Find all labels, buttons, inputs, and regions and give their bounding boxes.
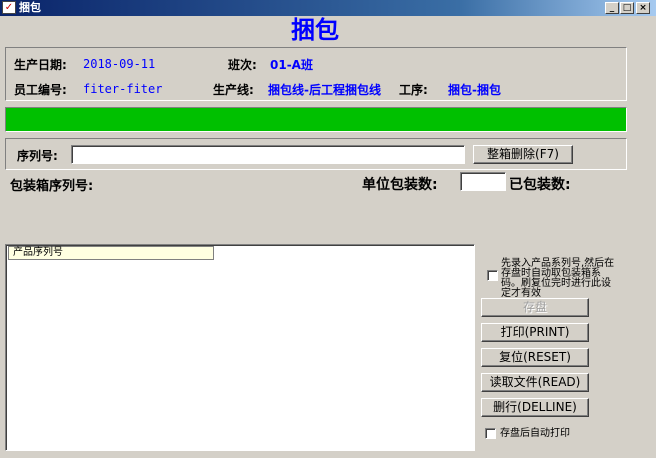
product-serial-list[interactable]: 产品序列号 (5, 244, 475, 451)
employee-id-label: 员工编号: (14, 83, 67, 97)
delete-box-button[interactable]: 整箱删除(F7) (473, 145, 573, 164)
production-line-value: 捆包线-后工程捆包线 (268, 83, 381, 97)
auto-print-label: 存盘后自动打印 (500, 428, 570, 439)
product-serial-column-header[interactable]: 产品序列号 (8, 246, 214, 260)
delete-line-button[interactable]: 删行(DELLINE) (481, 398, 589, 417)
status-bar (5, 107, 627, 132)
serial-number-input[interactable] (71, 145, 465, 164)
production-date-label: 生产日期: (14, 58, 67, 72)
info-panel: 生产日期: 2018-09-11 班次: 01-A班 员工编号: fiter-f… (5, 47, 627, 101)
serial-number-label: 序列号: (17, 149, 58, 163)
page-title: 捆包 (291, 15, 339, 44)
shift-value: 01-A班 (270, 58, 313, 72)
save-button[interactable]: 存盘 (481, 298, 589, 317)
reset-button[interactable]: 复位(RESET) (481, 348, 589, 367)
packed-quantity-label: 已包装数: (509, 177, 571, 193)
unit-quantity-label: 单位包装数: (362, 177, 438, 193)
employee-id-value: fiter-fiter (83, 82, 163, 96)
close-button[interactable]: × (636, 2, 650, 14)
read-file-button[interactable]: 读取文件(READ) (481, 373, 589, 392)
unit-quantity-input[interactable] (460, 172, 506, 191)
process-label: 工序: (399, 83, 428, 97)
process-value: 捆包-捆包 (448, 83, 501, 97)
auto-link-checkbox[interactable] (487, 270, 498, 281)
box-serial-label: 包装箱序列号: (10, 179, 94, 194)
production-line-label: 生产线: (213, 83, 254, 97)
production-date-value: 2018-09-11 (83, 57, 156, 71)
print-button[interactable]: 打印(PRINT) (481, 323, 589, 342)
shift-label: 班次: (228, 58, 257, 72)
auto-link-text: 先录入产品系列号,然后在存盘时自动取包装箱系码。刷复位完时进行此设定才有效 (501, 258, 615, 299)
serial-panel: 序列号: 整箱删除(F7) (5, 138, 627, 170)
auto-print-checkbox[interactable] (485, 428, 496, 439)
